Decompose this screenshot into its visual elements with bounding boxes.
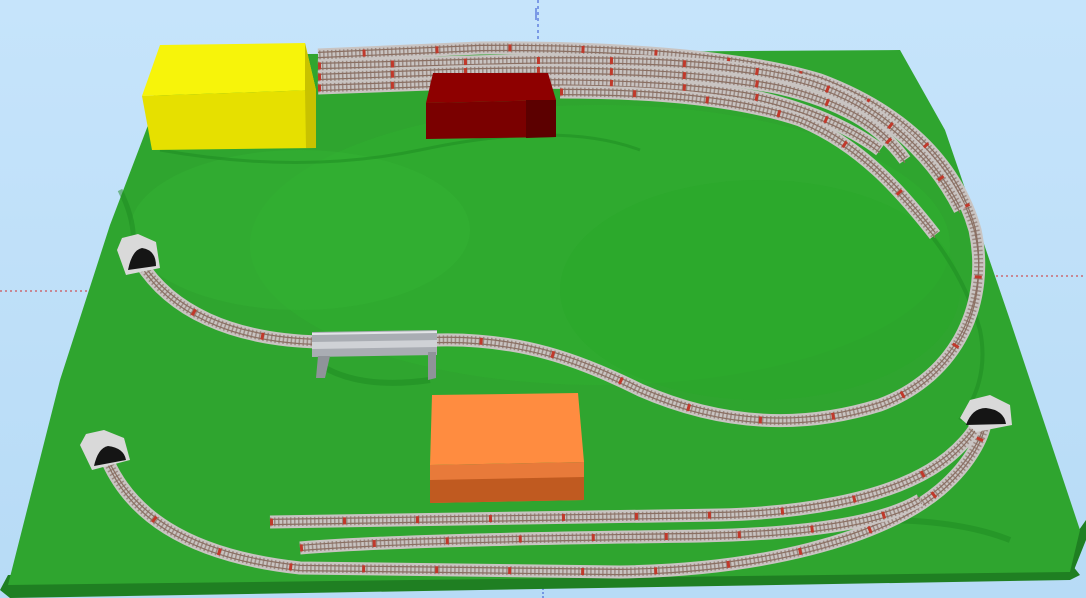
layout-scene[interactable] (0, 0, 1086, 598)
3d-viewport[interactable] (0, 0, 1086, 598)
yellow-building[interactable] (142, 43, 316, 150)
orange-building[interactable] (430, 393, 584, 503)
dark-red-building[interactable] (426, 73, 556, 139)
